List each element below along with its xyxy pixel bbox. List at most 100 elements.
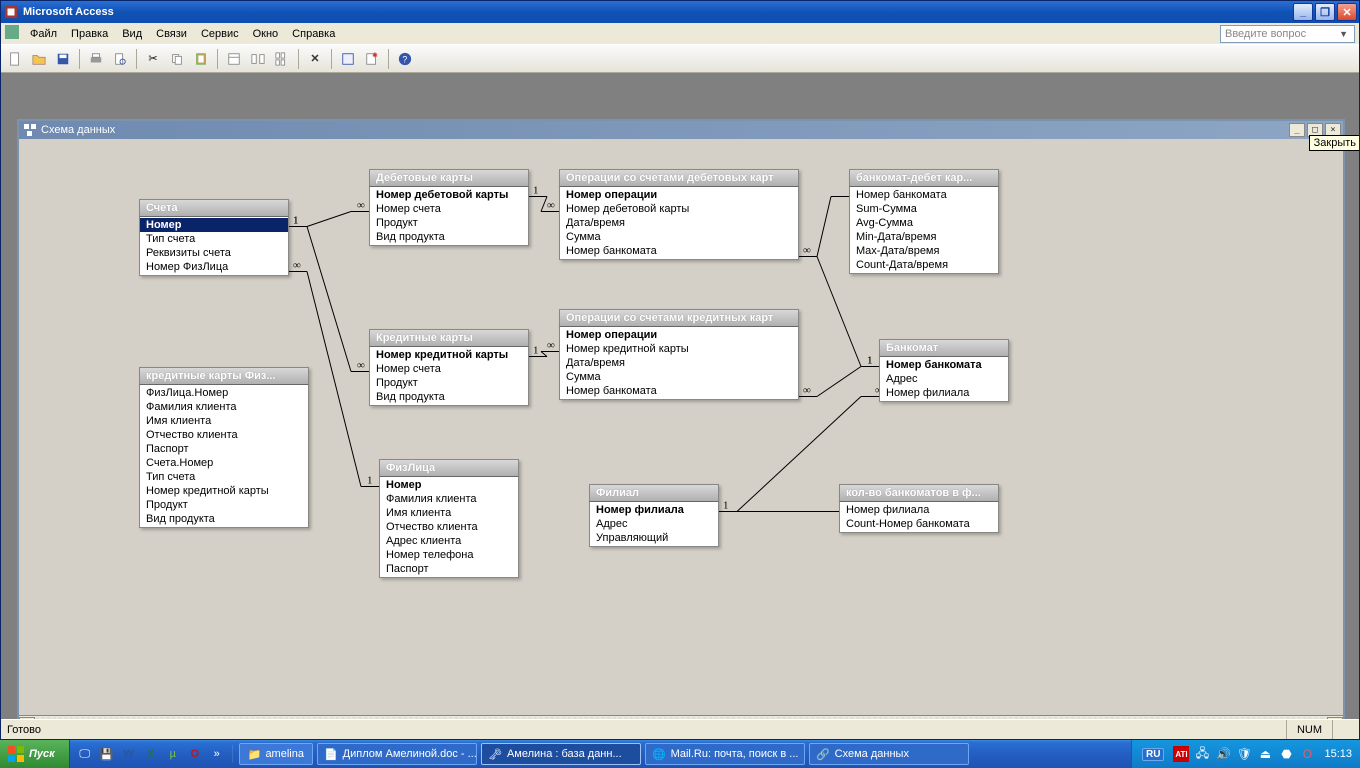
scroll-left-icon[interactable]: ◄ bbox=[19, 717, 35, 720]
field[interactable]: Вид продукта bbox=[370, 230, 528, 244]
help-question-box[interactable]: Введите вопрос ▼ bbox=[1220, 25, 1355, 43]
field[interactable]: Max-Дата/время bbox=[850, 244, 998, 258]
field[interactable]: ФизЛица.Номер bbox=[140, 386, 308, 400]
help-icon[interactable]: ? bbox=[395, 49, 415, 69]
print-preview-icon[interactable] bbox=[110, 49, 130, 69]
table-kredit[interactable]: Кредитные картыНомер кредитной картыНоме… bbox=[369, 329, 529, 406]
field[interactable]: Счета.Номер bbox=[140, 456, 308, 470]
field[interactable]: Фамилия клиента bbox=[380, 492, 518, 506]
print-icon[interactable] bbox=[86, 49, 106, 69]
taskbar-folder[interactable]: 📁 amelina bbox=[239, 743, 313, 765]
field[interactable]: Sum-Сумма bbox=[850, 202, 998, 216]
input-language[interactable]: RU bbox=[1142, 748, 1164, 761]
taskbar-task-2[interactable]: 🌐Mail.Ru: почта, поиск в ... bbox=[645, 743, 805, 765]
table-title[interactable]: Банкомат bbox=[879, 339, 1009, 357]
scroll-track[interactable] bbox=[35, 717, 1327, 720]
table-title[interactable]: Филиал bbox=[589, 484, 719, 502]
scroll-right-icon[interactable]: ► bbox=[1327, 717, 1343, 720]
schema-window-titlebar[interactable]: Схема данных _ □ × bbox=[19, 121, 1343, 139]
field[interactable]: Count-Дата/время bbox=[850, 258, 998, 272]
control-menu-icon[interactable] bbox=[5, 25, 19, 42]
field[interactable]: Номер банкомата bbox=[560, 384, 798, 398]
menu-links[interactable]: Связи bbox=[149, 26, 194, 42]
taskbar-task-0[interactable]: 📄Диплом Амелиной.doc - ... bbox=[317, 743, 477, 765]
table-title[interactable]: кол-во банкоматов в ф... bbox=[839, 484, 999, 502]
save-icon[interactable] bbox=[53, 49, 73, 69]
field[interactable]: Номер кредитной карты bbox=[140, 484, 308, 498]
field[interactable]: Номер дебетовой карты bbox=[370, 188, 528, 202]
paste-icon[interactable] bbox=[191, 49, 211, 69]
taskbar-task-3[interactable]: 🔗Схема данных bbox=[809, 743, 969, 765]
menu-view[interactable]: Вид bbox=[115, 26, 149, 42]
new-icon[interactable] bbox=[5, 49, 25, 69]
field[interactable]: Вид продукта bbox=[370, 390, 528, 404]
taskbar-task-1[interactable]: 🗝Амелина : база данн... bbox=[481, 743, 641, 765]
table-title[interactable]: ФизЛица bbox=[379, 459, 519, 477]
field[interactable]: Продукт bbox=[370, 216, 528, 230]
menu-window[interactable]: Окно bbox=[246, 26, 286, 42]
field[interactable]: Управляющий bbox=[590, 531, 718, 545]
field[interactable]: Адрес bbox=[590, 517, 718, 531]
field[interactable]: Номер филиала bbox=[840, 503, 998, 517]
minimize-button[interactable]: _ bbox=[1293, 3, 1313, 21]
table-atm_debet[interactable]: банкомат-дебет кар...Номер банкоматаSum-… bbox=[849, 169, 999, 274]
table-title[interactable]: Операции со счетами кредитных карт bbox=[559, 309, 799, 327]
table-filial[interactable]: ФилиалНомер филиалаАдресУправляющий bbox=[589, 484, 719, 547]
tray-ati-icon[interactable]: ATI bbox=[1173, 746, 1189, 762]
tray-network-icon[interactable]: 🖧 bbox=[1194, 746, 1210, 762]
inner-minimize-button[interactable]: _ bbox=[1289, 123, 1305, 137]
ql-save-icon[interactable]: 💾 bbox=[98, 745, 116, 763]
schema-canvas[interactable]: 1∞1∞∞11∞1∞∞1∞1∞1 СчетаНомерТип счетаРекв… bbox=[19, 139, 1343, 715]
ql-opera-icon[interactable]: O bbox=[186, 745, 204, 763]
tray-clock[interactable]: 15:13 bbox=[1324, 748, 1352, 760]
field[interactable]: Count-Номер банкомата bbox=[840, 517, 998, 531]
field[interactable]: Отчество клиента bbox=[380, 520, 518, 534]
table-op_kredit[interactable]: Операции со счетами кредитных картНомер … bbox=[559, 309, 799, 400]
tray-shield-icon[interactable]: 🛡 bbox=[1236, 746, 1252, 762]
show-all-icon[interactable] bbox=[272, 49, 292, 69]
table-bankomat[interactable]: БанкоматНомер банкоматаАдресНомер филиал… bbox=[879, 339, 1009, 402]
field[interactable]: Фамилия клиента bbox=[140, 400, 308, 414]
field[interactable]: Паспорт bbox=[380, 562, 518, 576]
field[interactable]: Паспорт bbox=[140, 442, 308, 456]
field[interactable]: Avg-Сумма bbox=[850, 216, 998, 230]
field[interactable]: Тип счета bbox=[140, 232, 288, 246]
field[interactable]: Имя клиента bbox=[380, 506, 518, 520]
field[interactable]: Номер филиала bbox=[880, 386, 1008, 400]
close-button[interactable]: ✕ bbox=[1337, 3, 1357, 21]
field[interactable]: Номер счета bbox=[370, 202, 528, 216]
field[interactable]: Сумма bbox=[560, 370, 798, 384]
menu-help[interactable]: Справка bbox=[285, 26, 342, 42]
show-direct-icon[interactable] bbox=[248, 49, 268, 69]
field[interactable]: Номер телефона bbox=[380, 548, 518, 562]
table-title[interactable]: Счета bbox=[139, 199, 289, 217]
start-button[interactable]: Пуск bbox=[0, 740, 70, 768]
table-kolvo[interactable]: кол-во банкоматов в ф...Номер филиалаCou… bbox=[839, 484, 999, 533]
delete-icon[interactable]: ✕ bbox=[305, 49, 325, 69]
field[interactable]: Номер банкомата bbox=[880, 358, 1008, 372]
field[interactable]: Номер банкомата bbox=[850, 188, 998, 202]
horizontal-scrollbar[interactable]: ◄ ► bbox=[19, 715, 1343, 719]
table-scheta[interactable]: СчетаНомерТип счетаРеквизиты счетаНомер … bbox=[139, 199, 289, 276]
tray-av-icon[interactable]: ⬣ bbox=[1278, 746, 1294, 762]
field[interactable]: Номер bbox=[380, 478, 518, 492]
tray-volume-icon[interactable]: 🔊 bbox=[1215, 746, 1231, 762]
field[interactable]: Адрес bbox=[880, 372, 1008, 386]
tray-opera-icon[interactable]: O bbox=[1299, 746, 1315, 762]
table-title[interactable]: банкомат-дебет кар... bbox=[849, 169, 999, 187]
table-fizlica[interactable]: ФизЛицаНомерФамилия клиентаИмя клиентаОт… bbox=[379, 459, 519, 578]
ql-excel-icon[interactable]: X bbox=[142, 745, 160, 763]
field[interactable]: Номер кредитной карты bbox=[560, 342, 798, 356]
ql-utorrent-icon[interactable]: µ bbox=[164, 745, 182, 763]
table-kred_fiz[interactable]: кредитные карты Физ...ФизЛица.НомерФамил… bbox=[139, 367, 309, 528]
field[interactable]: Номер операции bbox=[560, 328, 798, 342]
field[interactable]: Номер банкомата bbox=[560, 244, 798, 258]
show-table-icon[interactable] bbox=[224, 49, 244, 69]
field[interactable]: Номер кредитной карты bbox=[370, 348, 528, 362]
table-title[interactable]: Операции со счетами дебетовых карт bbox=[559, 169, 799, 187]
field[interactable]: Номер bbox=[140, 218, 288, 232]
field[interactable]: Min-Дата/время bbox=[850, 230, 998, 244]
ql-word-icon[interactable]: W bbox=[120, 745, 138, 763]
field[interactable]: Дата/время bbox=[560, 216, 798, 230]
new-object-icon[interactable]: ✱ bbox=[362, 49, 382, 69]
